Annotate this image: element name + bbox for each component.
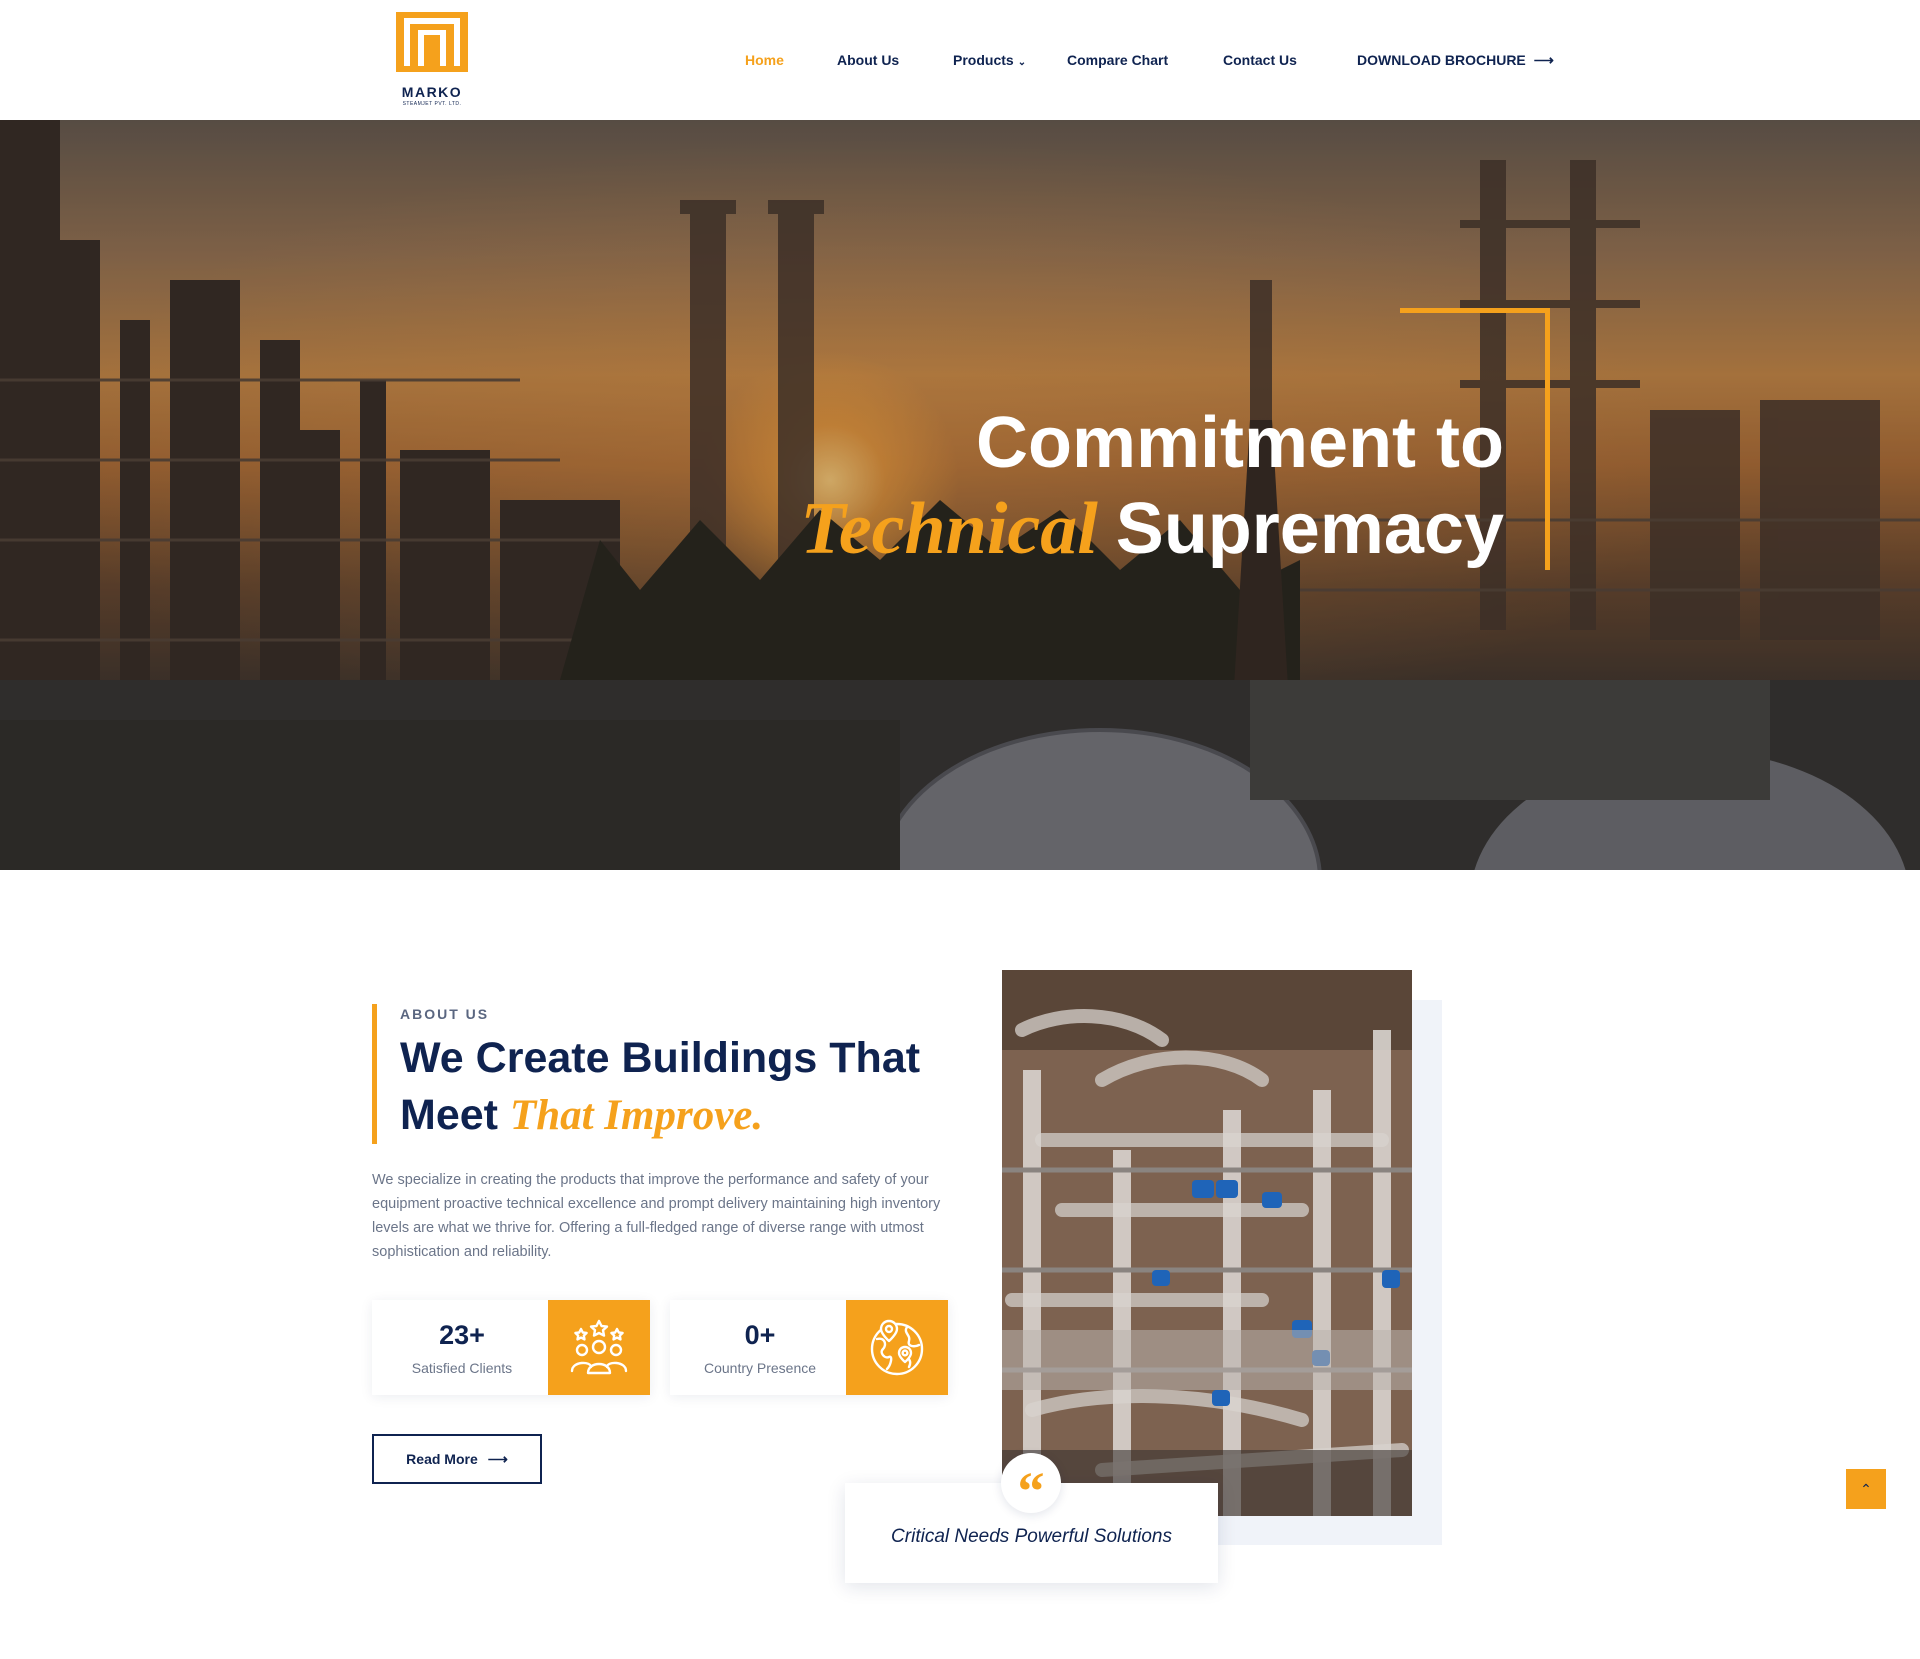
read-more-label: Read More: [406, 1450, 478, 1467]
about-title: We Create Buildings That Meet That Impro…: [400, 1030, 980, 1144]
site-header: MARKO STEAMJET PVT. LTD. Home About Us P…: [0, 0, 1920, 120]
chevron-up-icon: ⌃: [1860, 1481, 1872, 1497]
stat-label: Satisfied Clients: [411, 1360, 513, 1376]
chevron-down-icon: ⌄: [1017, 57, 1027, 68]
hero-title: Commitment to Technical Supremacy: [800, 400, 1504, 572]
nav-about-us[interactable]: About Us: [837, 52, 899, 68]
about-title-line2: Meet: [400, 1091, 498, 1139]
scroll-to-top-button[interactable]: ⌃: [1846, 1469, 1886, 1509]
hero-accent-frame: [1400, 308, 1550, 313]
about-eyebrow: ABOUT US: [400, 1006, 490, 1022]
download-brochure-button[interactable]: DOWNLOAD BROCHURE ⟶: [1357, 52, 1554, 69]
nav-contact-us[interactable]: Contact Us: [1223, 52, 1297, 68]
quote-text: Critical Needs Powerful Solutions: [891, 1526, 1172, 1547]
download-brochure-label: DOWNLOAD BROCHURE: [1357, 52, 1526, 68]
about-title-highlight: That Improve.: [509, 1092, 764, 1139]
brand-logo[interactable]: MARKO STEAMJET PVT. LTD.: [396, 12, 468, 108]
quote-icon: “: [1001, 1453, 1061, 1521]
nav-products[interactable]: Products ⌄: [953, 52, 1026, 68]
stat-country-presence: 0+ Country Presence: [670, 1300, 948, 1395]
hero-banner: Commitment to Technical Supremacy: [0, 120, 1920, 870]
stat-satisfied-clients: 23+ Satisfied Clients: [372, 1300, 650, 1395]
nav-compare-chart[interactable]: Compare Chart: [1067, 52, 1168, 68]
logo-tagline: STEAMJET PVT. LTD.: [402, 101, 462, 107]
logo-mark-icon: [396, 12, 468, 72]
hero-accent-frame-side: [1545, 308, 1550, 570]
nav-home[interactable]: Home: [745, 52, 784, 68]
stat-value: 0+: [744, 1320, 776, 1350]
globe-location-icon: [846, 1300, 948, 1395]
stat-value: 23+: [439, 1320, 485, 1350]
logo-name: MARKO: [401, 84, 463, 100]
about-title-line1: We Create Buildings That: [400, 1034, 921, 1082]
hero-title-line2: Supremacy: [1115, 489, 1504, 569]
industrial-pipes-image: [1002, 970, 1412, 1516]
read-more-button[interactable]: Read More ⟶: [372, 1434, 542, 1484]
about-accent-bar: [372, 1004, 377, 1144]
hero-title-highlight: Technical: [800, 488, 1098, 570]
clients-icon: [548, 1300, 650, 1395]
arrow-right-icon: ⟶: [487, 1450, 508, 1467]
stat-label: Country Presence: [703, 1360, 817, 1376]
nav-products-label: Products: [953, 52, 1014, 68]
arrow-right-icon: ⟶: [1533, 52, 1554, 68]
about-description: We specialize in creating the products t…: [372, 1172, 941, 1260]
hero-title-line1: Commitment to: [976, 403, 1504, 483]
